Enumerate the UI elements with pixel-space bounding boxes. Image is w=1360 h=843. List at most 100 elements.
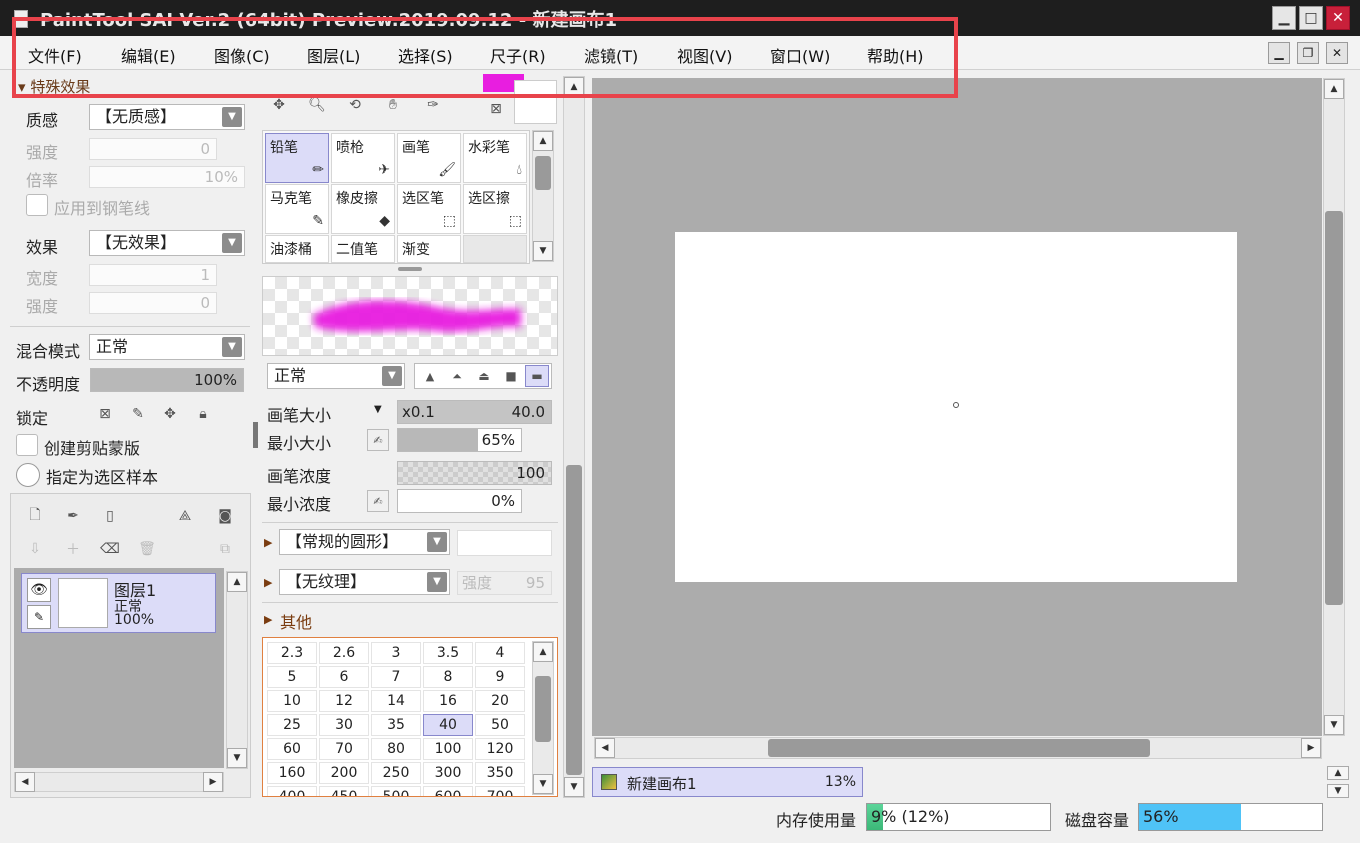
blend-mode-select[interactable]: 正常 ▼ bbox=[89, 334, 245, 360]
brush-texture-select[interactable]: 【无纹理】 ▼ bbox=[279, 569, 450, 595]
scroll-thumb[interactable] bbox=[566, 465, 582, 775]
tool-selection-pen[interactable]: 选区笔 ⬚ bbox=[397, 184, 461, 234]
size-scrollbar[interactable]: ▲ ▼ bbox=[532, 641, 554, 795]
mdi-restore-button[interactable]: ❐ bbox=[1297, 42, 1319, 64]
size-preset[interactable]: 12 bbox=[319, 690, 369, 712]
minimize-button[interactable]: ▁ bbox=[1272, 6, 1296, 30]
tool-bucket[interactable]: 油漆桶 bbox=[265, 235, 329, 263]
size-preset[interactable]: 200 bbox=[319, 762, 369, 784]
strength-field[interactable]: 0 bbox=[89, 138, 217, 160]
layer-effect-icon[interactable]: ⟁ bbox=[172, 503, 198, 529]
tool-airbrush[interactable]: 喷枪 ✈ bbox=[331, 133, 395, 183]
strength2-field[interactable]: 0 bbox=[89, 292, 217, 314]
expand-arrow-icon[interactable]: ▶ bbox=[264, 536, 272, 549]
edge-round-icon[interactable]: ⏶ bbox=[444, 363, 470, 389]
shape-strength-field[interactable] bbox=[457, 530, 552, 556]
layer-row[interactable]: 👁︎ ✎ 图层1 正常 100% bbox=[21, 573, 216, 633]
merge-down-icon[interactable]: ⇩ bbox=[22, 536, 48, 562]
apply-pen-checkbox[interactable] bbox=[26, 194, 48, 216]
size-preset[interactable]: 16 bbox=[423, 690, 473, 712]
lock-move-icon[interactable]: ✥ bbox=[157, 401, 183, 427]
canvas-hscrollbar[interactable]: ◀ ▶ bbox=[594, 737, 1322, 759]
scroll-up-icon[interactable]: ▲ bbox=[227, 572, 247, 592]
scroll-thumb[interactable] bbox=[535, 676, 551, 742]
opacity-slider[interactable]: 100% bbox=[90, 368, 244, 392]
menu-help[interactable]: 帮助(H) bbox=[867, 43, 924, 67]
menu-edit[interactable]: 编辑(E) bbox=[121, 43, 176, 67]
edge-hard-icon[interactable]: ▲ bbox=[417, 363, 443, 389]
size-preset[interactable]: 20 bbox=[475, 690, 525, 712]
size-preset[interactable]: 450 bbox=[319, 786, 369, 796]
tool-pencil[interactable]: 铅笔 ✏ bbox=[265, 133, 329, 183]
min-size-slider[interactable]: 65% bbox=[397, 428, 522, 452]
layer-hscrollbar[interactable]: ◀ ▶ bbox=[14, 772, 224, 792]
scroll-up-icon[interactable]: ▲ bbox=[1324, 79, 1344, 99]
size-preset[interactable]: 60 bbox=[267, 738, 317, 760]
tool-marker[interactable]: 马克笔 ✎ bbox=[265, 184, 329, 234]
brush-shape-select[interactable]: 【常规的圆形】 ▼ bbox=[279, 529, 450, 555]
edge-full-icon[interactable]: ▬ bbox=[525, 365, 549, 387]
size-preset[interactable]: 14 bbox=[371, 690, 421, 712]
layer-mask-icon[interactable]: ◙ bbox=[212, 503, 238, 529]
new-pen-layer-icon[interactable]: ✒ bbox=[60, 503, 86, 529]
size-preset[interactable]: 2.3 bbox=[267, 642, 317, 664]
tool-eraser[interactable]: 橡皮擦 ◆ bbox=[331, 184, 395, 234]
new-layer-set-icon[interactable]: ▯ bbox=[97, 503, 123, 529]
lock-transparency-icon[interactable]: ⊠ bbox=[92, 401, 118, 427]
edge-square-icon[interactable]: ■ bbox=[498, 363, 524, 389]
size-preset[interactable]: 25 bbox=[267, 714, 317, 736]
lock-all-icon[interactable]: 🔒︎ bbox=[190, 401, 216, 427]
density-slider[interactable]: 100 bbox=[397, 461, 552, 485]
size-preset[interactable]: 9 bbox=[475, 666, 525, 688]
tool-watercolor[interactable]: 水彩笔 💧︎ bbox=[463, 133, 527, 183]
scroll-down-icon[interactable]: ▼ bbox=[533, 774, 553, 794]
menu-filter[interactable]: 滤镜(T) bbox=[584, 43, 638, 67]
scroll-down-icon[interactable]: ▼ bbox=[1324, 715, 1344, 735]
secondary-color-swatch[interactable] bbox=[514, 80, 557, 124]
size-preset[interactable]: 120 bbox=[475, 738, 525, 760]
tool-selection-eraser[interactable]: 选区擦 ⬚ bbox=[463, 184, 527, 234]
clip-mask-checkbox[interactable] bbox=[16, 434, 38, 456]
panel-splitter[interactable] bbox=[253, 422, 258, 448]
clear-layer-icon[interactable]: ⌫ bbox=[97, 536, 123, 562]
size-preset[interactable]: 4 bbox=[475, 642, 525, 664]
add-icon[interactable]: ＋ bbox=[60, 536, 86, 562]
menu-window[interactable]: 窗口(W) bbox=[770, 43, 830, 67]
size-preset[interactable]: 350 bbox=[475, 762, 525, 784]
scroll-left-icon[interactable]: ◀ bbox=[15, 772, 35, 792]
scroll-down-icon[interactable]: ▼ bbox=[564, 777, 584, 797]
size-preset[interactable]: 8 bbox=[423, 666, 473, 688]
size-preset[interactable]: 3.5 bbox=[423, 642, 473, 664]
size-preset[interactable]: 80 bbox=[371, 738, 421, 760]
pressure-icon[interactable]: ✍ bbox=[367, 490, 389, 512]
transparent-color-icon[interactable]: ⊠ bbox=[483, 96, 509, 122]
scroll-right-icon[interactable]: ▶ bbox=[1301, 738, 1321, 758]
size-preset[interactable]: 400 bbox=[267, 786, 317, 796]
menu-select[interactable]: 选择(S) bbox=[398, 43, 453, 67]
tool-gradient[interactable]: 渐变 bbox=[397, 235, 461, 263]
close-button[interactable]: ✕ bbox=[1326, 6, 1350, 30]
eyedropper-tool-icon[interactable]: ✑ bbox=[420, 92, 446, 118]
new-layer-icon[interactable]: 🗋 bbox=[22, 503, 48, 529]
effects-header[interactable]: ▾ 特殊效果 bbox=[18, 76, 90, 97]
move-tool-icon[interactable]: ✥ bbox=[266, 92, 292, 118]
tool-scrollbar[interactable]: ▲ ▼ bbox=[532, 130, 554, 262]
scroll-thumb[interactable] bbox=[535, 156, 551, 190]
size-preset[interactable]: 40 bbox=[423, 714, 473, 736]
size-preset[interactable]: 50 bbox=[475, 714, 525, 736]
maximize-button[interactable]: □ bbox=[1299, 6, 1323, 30]
mdi-close-button[interactable]: ✕ bbox=[1326, 42, 1348, 64]
brush-size-slider[interactable]: x0.1 40.0 bbox=[397, 400, 552, 424]
scroll-thumb[interactable] bbox=[1325, 211, 1343, 605]
expand-arrow-icon[interactable]: ▶ bbox=[264, 576, 272, 589]
zoom-tool-icon[interactable]: 🔍︎ bbox=[304, 92, 330, 118]
scroll-down-icon[interactable]: ▼ bbox=[227, 748, 247, 768]
size-preset[interactable]: 35 bbox=[371, 714, 421, 736]
size-preset[interactable]: 2.6 bbox=[319, 642, 369, 664]
size-preset[interactable]: 7 bbox=[371, 666, 421, 688]
size-preset[interactable]: 3 bbox=[371, 642, 421, 664]
menu-layer[interactable]: 图层(L) bbox=[307, 43, 360, 67]
tool-panel-scrollbar[interactable]: ▲ ▼ bbox=[563, 76, 585, 798]
scroll-down-icon[interactable]: ▼ bbox=[533, 241, 553, 261]
scroll-up-icon[interactable]: ▲ bbox=[564, 77, 584, 97]
